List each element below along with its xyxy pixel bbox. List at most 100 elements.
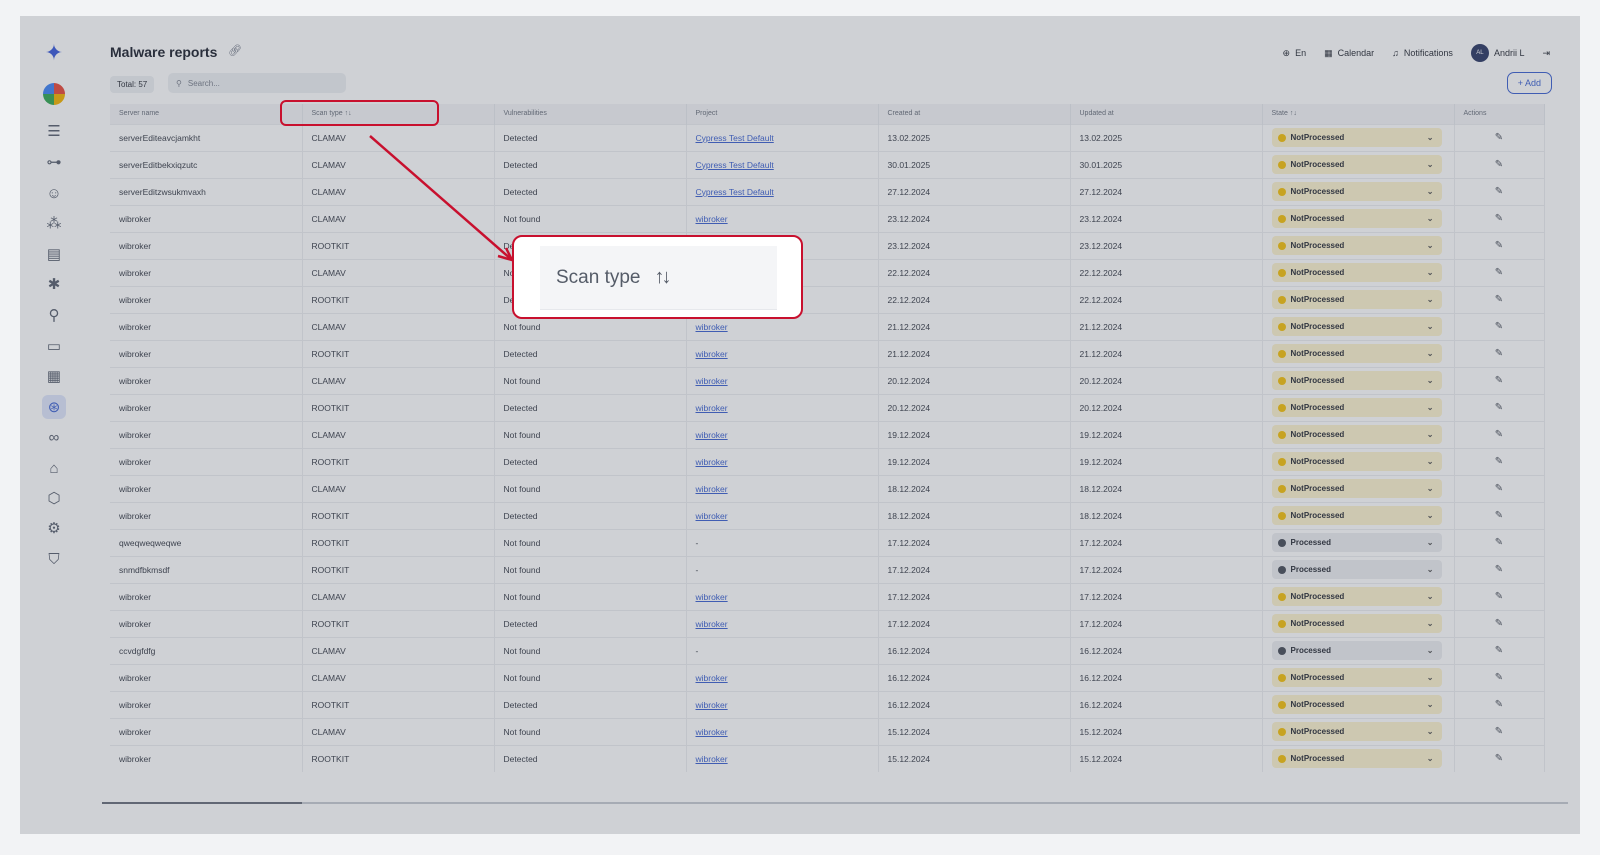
state-dropdown[interactable]: NotProcessed ⌄: [1271, 290, 1442, 309]
malware-report-icon[interactable]: ⊛: [42, 395, 66, 419]
notes-icon[interactable]: ▤: [42, 242, 66, 266]
horizontal-scrollbar[interactable]: [102, 802, 1568, 804]
edit-icon[interactable]: ✎: [1495, 564, 1503, 575]
state-dropdown[interactable]: NotProcessed ⌄: [1271, 371, 1442, 390]
dashboard-pie-icon[interactable]: [42, 82, 66, 106]
state-dropdown[interactable]: NotProcessed ⌄: [1271, 344, 1442, 363]
edit-icon[interactable]: ✎: [1495, 483, 1503, 494]
logo-icon[interactable]: ✦: [42, 40, 66, 65]
state-dropdown[interactable]: NotProcessed ⌄: [1271, 317, 1442, 336]
project-link[interactable]: wibroker: [696, 430, 728, 440]
edit-icon[interactable]: ✎: [1495, 132, 1503, 143]
edit-icon[interactable]: ✎: [1495, 753, 1503, 764]
project-link[interactable]: wibroker: [696, 484, 728, 494]
edit-icon[interactable]: ✎: [1495, 618, 1503, 629]
search-field[interactable]: ⚲ Search...: [168, 73, 346, 93]
project-link[interactable]: wibroker: [696, 376, 728, 386]
language-switcher[interactable]: ⊕ En: [1283, 48, 1307, 59]
edit-icon[interactable]: ✎: [1495, 240, 1503, 251]
scan-type-cell: CLAMAV: [302, 636, 495, 664]
project-link[interactable]: wibroker: [696, 619, 728, 629]
project-link[interactable]: wibroker: [696, 673, 728, 683]
scrollbar-thumb[interactable]: [102, 802, 302, 804]
state-dropdown[interactable]: NotProcessed ⌄: [1271, 506, 1442, 525]
project-link[interactable]: wibroker: [696, 403, 728, 413]
state-dropdown[interactable]: Processed ⌄: [1271, 641, 1442, 660]
edit-icon[interactable]: ✎: [1495, 186, 1503, 197]
state-dropdown[interactable]: NotProcessed ⌄: [1271, 398, 1442, 417]
project-link[interactable]: wibroker: [696, 511, 728, 521]
state-dropdown[interactable]: NotProcessed ⌄: [1271, 452, 1442, 471]
edit-icon[interactable]: ✎: [1495, 456, 1503, 467]
state-dropdown[interactable]: NotProcessed ⌄: [1271, 587, 1442, 606]
user-menu[interactable]: AL Andrii L: [1470, 44, 1524, 62]
column-state[interactable]: State ↑↓: [1262, 104, 1455, 124]
users-icon[interactable]: ☺: [42, 181, 66, 205]
edit-icon[interactable]: ✎: [1495, 591, 1503, 602]
shield-icon[interactable]: ⛉: [42, 547, 66, 571]
state-dropdown[interactable]: NotProcessed ⌄: [1271, 263, 1442, 282]
package-icon[interactable]: ⬡: [42, 486, 66, 510]
analytics-icon[interactable]: ▦: [42, 364, 66, 388]
sort-icon[interactable]: ↑↓: [1290, 110, 1297, 117]
edit-icon[interactable]: ✎: [1495, 375, 1503, 386]
project-link[interactable]: wibroker: [696, 457, 728, 467]
search-key-icon[interactable]: ⚲: [42, 303, 66, 327]
project-link[interactable]: wibroker: [696, 322, 728, 332]
add-button[interactable]: + Add: [1506, 72, 1552, 94]
bug-icon[interactable]: ✱: [42, 272, 66, 296]
state-dropdown[interactable]: NotProcessed ⌄: [1271, 614, 1442, 633]
folder-icon[interactable]: ▭: [42, 334, 66, 358]
state-dropdown[interactable]: NotProcessed ⌄: [1271, 128, 1442, 147]
edit-icon[interactable]: ✎: [1495, 294, 1503, 305]
created-at-cell: 23.12.2024: [878, 231, 1071, 259]
state-dropdown[interactable]: NotProcessed ⌄: [1271, 695, 1442, 714]
project-link[interactable]: wibroker: [696, 754, 728, 764]
settings-icon[interactable]: ⚙: [42, 516, 66, 540]
project-link[interactable]: Cypress Test Default: [696, 133, 774, 143]
project-link[interactable]: wibroker: [696, 727, 728, 737]
state-dropdown[interactable]: Processed ⌄: [1271, 560, 1442, 579]
edit-icon[interactable]: ✎: [1495, 537, 1503, 548]
project-link[interactable]: wibroker: [696, 214, 728, 224]
bank-icon[interactable]: ⌂: [42, 456, 66, 480]
state-dropdown[interactable]: NotProcessed ⌄: [1271, 479, 1442, 498]
hierarchy-icon[interactable]: ⊶: [42, 150, 66, 174]
calendar-button[interactable]: ▦ Calendar: [1324, 48, 1374, 59]
state-dropdown[interactable]: NotProcessed ⌄: [1271, 722, 1442, 741]
actions-cell: ✎: [1454, 663, 1545, 691]
edit-icon[interactable]: ✎: [1495, 645, 1503, 656]
project-link[interactable]: wibroker: [696, 349, 728, 359]
column-updated-at: Updated at: [1070, 104, 1263, 124]
state-dropdown[interactable]: Processed ⌄: [1271, 533, 1442, 552]
state-dropdown[interactable]: NotProcessed ⌄: [1271, 155, 1442, 174]
total-badge: Total: 57: [110, 76, 155, 93]
edit-icon[interactable]: ✎: [1495, 213, 1503, 224]
state-dropdown[interactable]: NotProcessed ⌄: [1271, 209, 1442, 228]
logout-button[interactable]: ⇥: [1542, 48, 1550, 59]
edit-icon[interactable]: ✎: [1495, 699, 1503, 710]
edit-icon[interactable]: ✎: [1495, 429, 1503, 440]
project-link[interactable]: wibroker: [696, 700, 728, 710]
infinity-icon[interactable]: ∞: [42, 425, 66, 449]
edit-icon[interactable]: ✎: [1495, 726, 1503, 737]
edit-icon[interactable]: ✎: [1495, 348, 1503, 359]
project-link[interactable]: wibroker: [696, 592, 728, 602]
link-icon[interactable]: 🔗︎: [228, 44, 242, 57]
state-dropdown[interactable]: NotProcessed ⌄: [1271, 668, 1442, 687]
edit-icon[interactable]: ✎: [1495, 510, 1503, 521]
state-dropdown[interactable]: NotProcessed ⌄: [1271, 749, 1442, 769]
edit-icon[interactable]: ✎: [1495, 402, 1503, 413]
edit-icon[interactable]: ✎: [1495, 672, 1503, 683]
project-link[interactable]: Cypress Test Default: [696, 160, 774, 170]
edit-icon[interactable]: ✎: [1495, 321, 1503, 332]
edit-icon[interactable]: ✎: [1495, 159, 1503, 170]
state-dropdown[interactable]: NotProcessed ⌄: [1271, 425, 1442, 444]
notifications-button[interactable]: ♫ Notifications: [1392, 48, 1453, 58]
edit-icon[interactable]: ✎: [1495, 267, 1503, 278]
group-icon[interactable]: ⁂: [42, 211, 66, 235]
state-dropdown[interactable]: NotProcessed ⌄: [1271, 182, 1442, 201]
layers-icon[interactable]: ☰: [42, 119, 66, 143]
project-link[interactable]: Cypress Test Default: [696, 187, 774, 197]
state-dropdown[interactable]: NotProcessed ⌄: [1271, 236, 1442, 255]
